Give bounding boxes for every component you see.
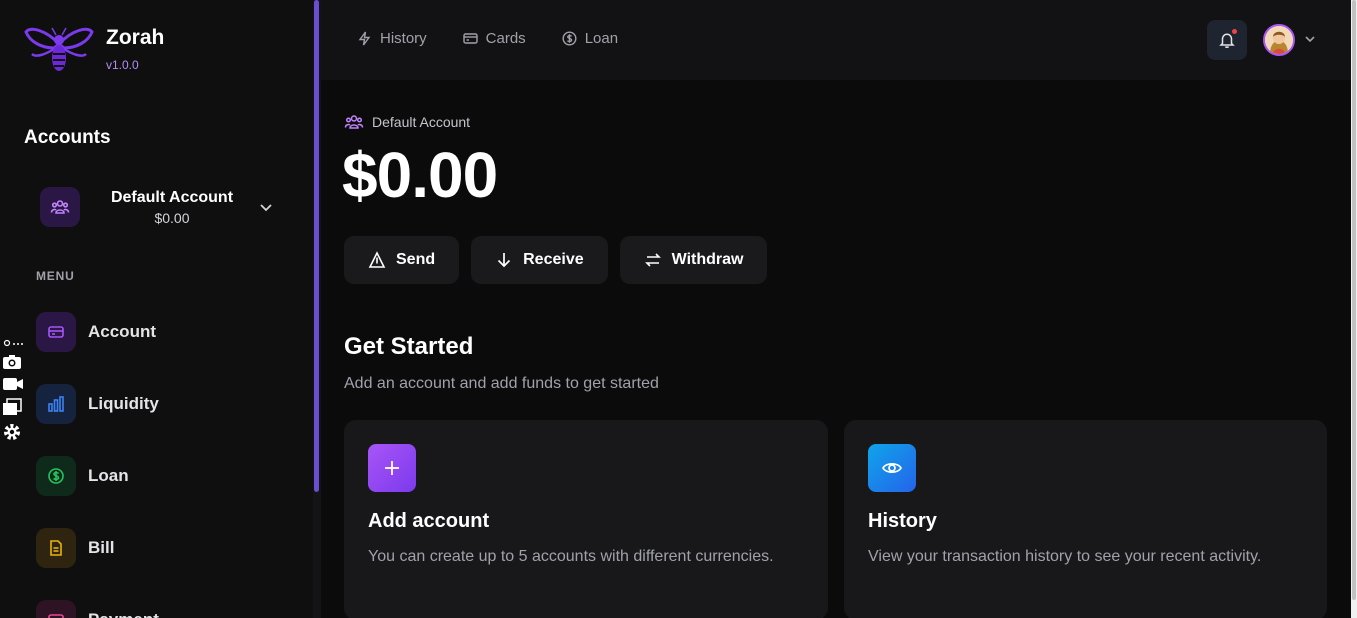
sidebar: Zorah v1.0.0 Accounts Default Account $0… (0, 0, 313, 618)
action-buttons: Send Receive Withdraw (344, 236, 779, 284)
sidebar-scrollbar-thumb[interactable] (314, 0, 319, 492)
sidebar-item-account[interactable]: Account (36, 312, 156, 352)
bar-chart-icon (36, 384, 76, 424)
card-icon (462, 33, 478, 44)
sidebar-item-label: Bill (88, 538, 115, 557)
gear-icon[interactable] (2, 422, 22, 442)
receive-button[interactable]: Receive (471, 236, 608, 284)
card-icon (36, 312, 76, 352)
windows-icon[interactable] (2, 398, 22, 416)
sidebar-item-label: Loan (88, 466, 129, 485)
brand-name: Zorah (106, 26, 165, 49)
history-title: History (868, 510, 937, 532)
sidebar-item-bill[interactable]: Bill (36, 528, 114, 568)
withdraw-button[interactable]: Withdraw (619, 236, 768, 284)
swap-icon (644, 253, 661, 267)
users-icon (344, 115, 364, 129)
current-account-name: Default Account (372, 114, 471, 130)
chevron-down-icon[interactable] (1303, 32, 1317, 46)
add-account-desc: You can create up to 5 accounts with dif… (368, 548, 774, 565)
history-card[interactable]: History View your transaction history to… (844, 420, 1327, 618)
brand-version: v1.0.0 (106, 58, 139, 72)
users-icon (40, 187, 80, 227)
send-label: Send (396, 251, 436, 268)
sidebar-item-loan[interactable]: Loan (36, 456, 129, 496)
dollar-icon (36, 456, 76, 496)
eye-icon (868, 444, 916, 492)
sidebar-item-label: Liquidity (88, 394, 159, 413)
notification-dot (1232, 29, 1237, 34)
send-icon (368, 251, 386, 268)
balance-amount: $0.00 (342, 139, 498, 211)
document-icon (36, 528, 76, 568)
sidebar-item-payment[interactable]: Payment (36, 600, 159, 618)
nav-label: Loan (584, 30, 619, 47)
send-button[interactable]: Send (344, 236, 460, 284)
notifications-button[interactable] (1207, 20, 1247, 60)
get-started-title: Get Started (344, 333, 474, 360)
sidebar-item-label: Payment (88, 610, 159, 618)
sidebar-item-liquidity[interactable]: Liquidity (36, 384, 159, 424)
receive-label: Receive (523, 251, 584, 268)
add-account-title: Add account (368, 510, 490, 532)
arrow-down-icon (498, 253, 511, 268)
bee-logo-icon (24, 27, 94, 71)
get-started-subtitle: Add an account and add funds to get star… (344, 375, 659, 392)
plus-icon (368, 444, 416, 492)
camera-icon[interactable] (2, 354, 22, 370)
nav-history[interactable]: History (357, 30, 427, 47)
user-avatar-icon (1265, 26, 1293, 54)
floating-toolstrip (2, 338, 24, 448)
account-name: Default Account (110, 189, 234, 206)
account-switcher[interactable]: Default Account $0.00 (40, 185, 290, 229)
menu-label: MENU (36, 269, 75, 283)
accounts-heading: Accounts (24, 127, 111, 148)
payment-icon (36, 600, 76, 618)
nav-loan[interactable]: Loan (562, 30, 618, 47)
more-icon[interactable] (2, 338, 24, 348)
brand[interactable]: Zorah v1.0.0 (24, 24, 164, 76)
chevron-down-icon[interactable] (257, 198, 275, 216)
sidebar-scrollbar[interactable] (313, 0, 321, 618)
top-bar: History Cards Loan (321, 0, 1351, 80)
dollar-icon (562, 31, 577, 46)
nav-label: History (380, 30, 427, 47)
page-scrollbar-thumb[interactable] (1352, 0, 1356, 600)
top-nav: History Cards Loan (357, 30, 654, 47)
sidebar-item-label: Account (88, 322, 156, 341)
nav-label: Cards (485, 30, 526, 47)
withdraw-label: Withdraw (671, 251, 744, 268)
lightning-icon (358, 31, 371, 46)
current-account-label: Default Account (344, 113, 470, 131)
page-scrollbar[interactable] (1351, 0, 1357, 618)
add-account-card[interactable]: Add account You can create up to 5 accou… (344, 420, 828, 618)
history-desc: View your transaction history to see you… (868, 548, 1262, 565)
avatar[interactable] (1263, 24, 1295, 56)
video-icon[interactable] (2, 376, 24, 392)
nav-cards[interactable]: Cards (462, 30, 526, 47)
account-balance: $0.00 (154, 210, 190, 226)
